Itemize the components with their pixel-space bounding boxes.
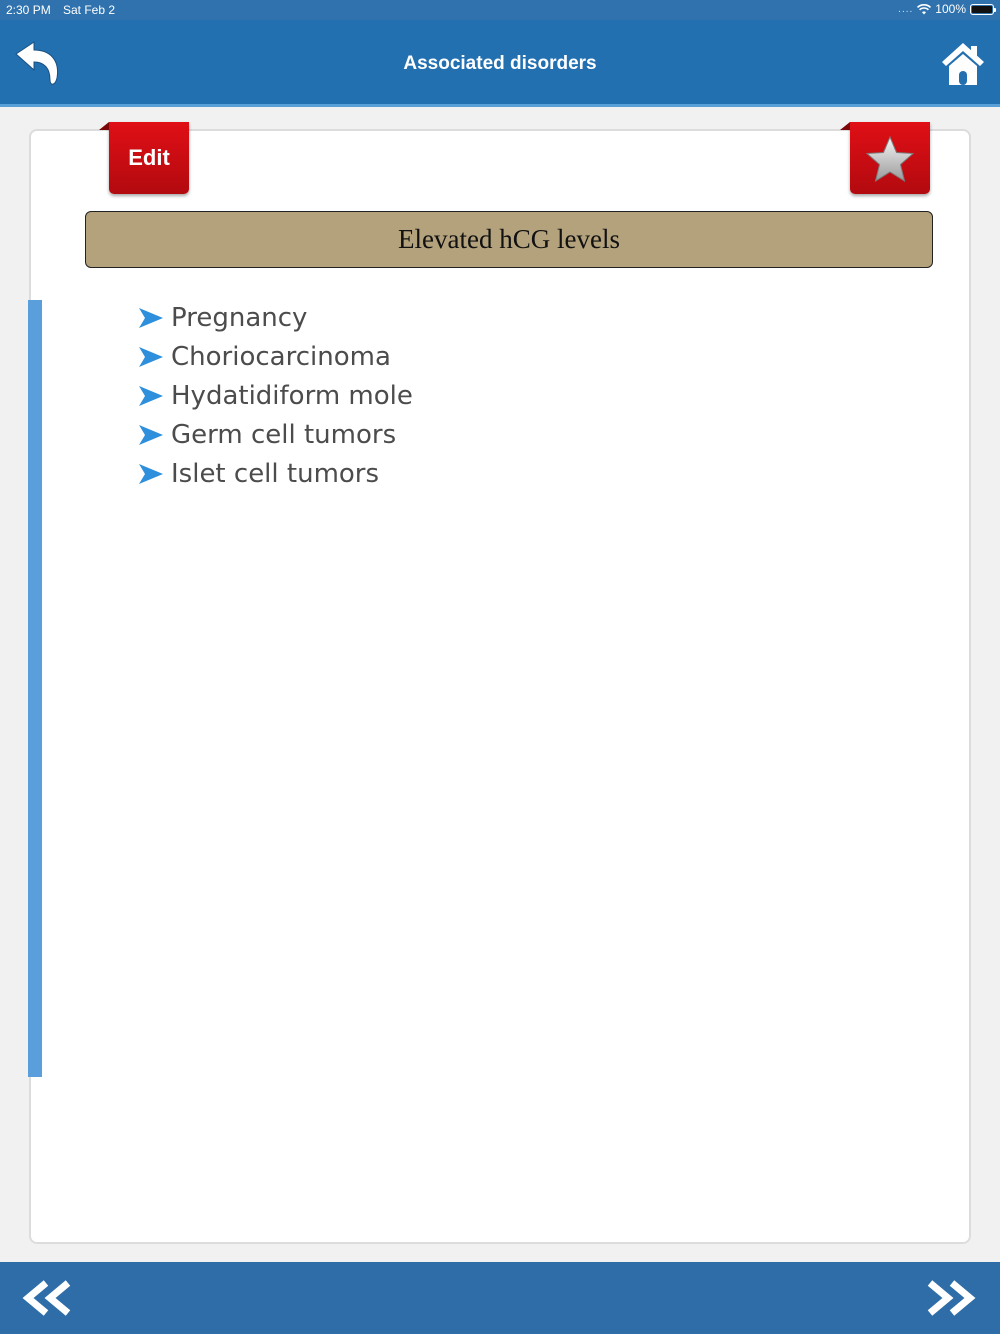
- status-bar: 2:30 PM Sat Feb 2 .... 100%: [0, 0, 1000, 20]
- signal-icon: ....: [898, 3, 914, 15]
- disorder-list: Pregnancy Choriocarcinoma Hydatidiform m…: [138, 298, 413, 493]
- page-title: Associated disorders: [403, 53, 597, 74]
- list-item: Pregnancy: [138, 298, 413, 337]
- previous-button[interactable]: [20, 1280, 78, 1316]
- wifi-icon: [917, 3, 932, 14]
- list-item: Islet cell tumors: [138, 454, 413, 493]
- arrow-bullet-icon: [139, 463, 163, 484]
- battery-percent: 100%: [935, 2, 966, 16]
- double-chevron-left-icon: [22, 1280, 71, 1316]
- edit-label: Edit: [128, 145, 170, 170]
- section-heading: Elevated hCG levels: [85, 211, 933, 268]
- list-item-text: Germ cell tumors: [171, 419, 397, 450]
- list-item-text: Pregnancy: [171, 302, 308, 333]
- status-time: 2:30 PM: [6, 3, 51, 17]
- home-icon: [942, 43, 984, 85]
- list-item: Hydatidiform mole: [138, 376, 413, 415]
- content-card: [29, 129, 971, 1244]
- arrow-bullet-icon: [139, 307, 163, 328]
- list-item-text: Hydatidiform mole: [171, 380, 413, 411]
- status-indicators: .... 100%: [898, 2, 996, 16]
- nav-bar: Associated disorders: [0, 20, 1000, 107]
- star-icon: [865, 135, 915, 183]
- next-button[interactable]: [920, 1280, 978, 1316]
- list-item: Germ cell tumors: [138, 415, 413, 454]
- list-item-text: Islet cell tumors: [171, 458, 380, 489]
- arrow-bullet-icon: [139, 424, 163, 445]
- edit-button[interactable]: Edit: [99, 122, 189, 194]
- double-chevron-right-icon: [927, 1280, 976, 1316]
- heading-text: Elevated hCG levels: [398, 224, 620, 254]
- list-item: Choriocarcinoma: [138, 337, 413, 376]
- arrow-bullet-icon: [139, 346, 163, 367]
- arrow-bullet-icon: [139, 385, 163, 406]
- bottom-nav-bar: [0, 1262, 1000, 1334]
- home-button[interactable]: [940, 40, 986, 88]
- battery-icon: [970, 3, 996, 15]
- side-accent-bar: [28, 300, 42, 1077]
- favorite-button[interactable]: [840, 122, 930, 194]
- app-screen: 2:30 PM Sat Feb 2 .... 100% Associated d…: [0, 0, 1000, 1334]
- status-date: Sat Feb 2: [63, 3, 116, 17]
- list-item-text: Choriocarcinoma: [171, 341, 391, 372]
